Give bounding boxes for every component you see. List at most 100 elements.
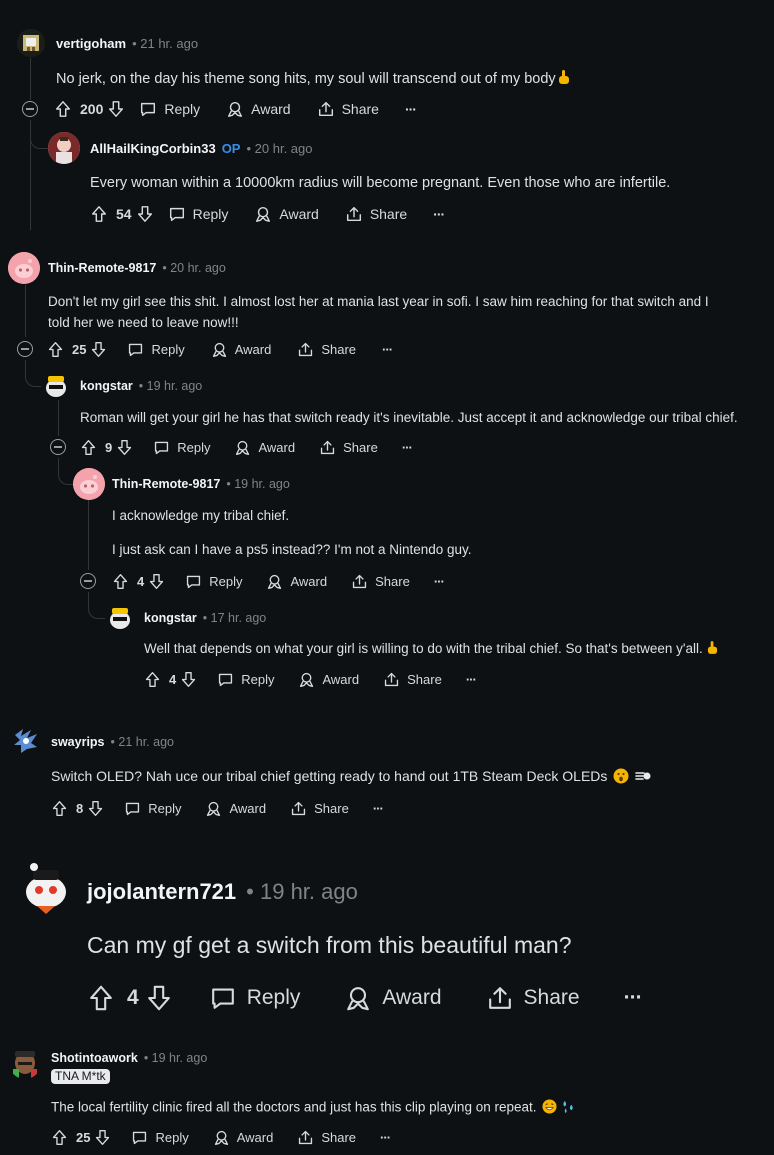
share-button[interactable]: Share xyxy=(383,671,442,688)
avatar[interactable] xyxy=(9,1047,41,1079)
upvote-icon[interactable] xyxy=(54,100,72,118)
comment-author[interactable]: Thin-Remote-9817 • 19 hr. ago xyxy=(112,477,290,491)
collapse-thread-button[interactable] xyxy=(50,439,66,455)
downvote-icon[interactable] xyxy=(136,205,154,223)
share-button[interactable]: Share xyxy=(297,1129,356,1146)
thread-line xyxy=(30,58,31,100)
more-options-button[interactable]: ··· xyxy=(434,574,445,589)
comment-timestamp: • 17 hr. ago xyxy=(202,611,267,625)
reply-icon xyxy=(153,439,170,456)
comment-actions: 54 Reply Award Share ··· xyxy=(90,204,445,224)
avatar[interactable] xyxy=(19,862,73,916)
downvote-icon[interactable] xyxy=(180,671,197,688)
upvote-icon[interactable] xyxy=(47,341,64,358)
downvote-icon[interactable] xyxy=(94,1129,111,1146)
upvote-icon[interactable] xyxy=(87,984,115,1012)
upvote-icon[interactable] xyxy=(51,800,68,817)
avatar[interactable] xyxy=(8,252,40,284)
more-options-button[interactable]: ··· xyxy=(373,801,384,816)
avatar[interactable] xyxy=(48,132,80,164)
award-button[interactable]: Award xyxy=(234,439,295,456)
avatar[interactable] xyxy=(105,602,135,632)
vote-count: 9 xyxy=(105,439,113,455)
downvote-icon[interactable] xyxy=(148,573,165,590)
avatar[interactable] xyxy=(73,468,105,500)
award-icon xyxy=(298,671,315,688)
thread-elbow xyxy=(30,120,49,149)
avatar[interactable] xyxy=(11,725,41,755)
reply-icon xyxy=(131,1129,148,1146)
comment-author[interactable]: jojolantern721 • 19 hr. ago xyxy=(87,879,358,905)
reply-button[interactable]: Reply xyxy=(131,1129,189,1146)
avatar[interactable] xyxy=(41,370,71,400)
avatar[interactable] xyxy=(17,29,45,57)
award-button[interactable]: Award xyxy=(254,205,319,223)
downvote-icon[interactable] xyxy=(87,800,104,817)
share-icon xyxy=(297,341,314,358)
comment-timestamp: • 21 hr. ago xyxy=(110,735,174,749)
reply-button[interactable]: Reply xyxy=(124,800,181,817)
comment-author[interactable]: Thin-Remote-9817 • 20 hr. ago xyxy=(48,261,226,275)
share-button[interactable]: Share xyxy=(486,984,580,1012)
award-button[interactable]: Award xyxy=(226,100,291,118)
share-icon xyxy=(290,800,307,817)
reply-button[interactable]: Reply xyxy=(153,439,210,456)
downvote-icon[interactable] xyxy=(145,984,173,1012)
share-button[interactable]: Share xyxy=(317,100,379,118)
upvote-icon[interactable] xyxy=(51,1129,68,1146)
reply-icon xyxy=(139,100,157,118)
comment-author[interactable]: AllHailKingCorbin33 OP • 20 hr. ago xyxy=(90,141,312,156)
downvote-icon[interactable] xyxy=(116,439,133,456)
reply-button[interactable]: Reply xyxy=(185,573,242,590)
downvote-icon[interactable] xyxy=(107,100,125,118)
collapse-thread-button[interactable] xyxy=(22,101,38,117)
reply-button[interactable]: Reply xyxy=(209,984,300,1012)
award-button[interactable]: Award xyxy=(213,1129,273,1146)
more-options-button[interactable]: ··· xyxy=(380,1130,391,1145)
collapse-thread-button[interactable] xyxy=(17,341,33,357)
comment-actions: 25 Reply Award Share ··· xyxy=(47,339,393,359)
upvote-icon[interactable] xyxy=(90,205,108,223)
collapse-thread-button[interactable] xyxy=(80,573,96,589)
comment-actions: 8 Reply Award Share ··· xyxy=(51,798,384,818)
comment-body: Roman will get your girl he has that swi… xyxy=(80,410,738,425)
comment-author[interactable]: swayrips • 21 hr. ago xyxy=(51,735,174,749)
comment-author[interactable]: Shotintoawork • 19 hr. ago xyxy=(51,1051,207,1065)
thread-line xyxy=(58,400,59,436)
more-options-button[interactable]: ··· xyxy=(466,672,477,687)
comment-author[interactable]: kongstar • 19 hr. ago xyxy=(80,379,202,393)
share-button[interactable]: Share xyxy=(297,341,356,358)
award-icon xyxy=(344,984,372,1012)
award-button[interactable]: Award xyxy=(298,671,359,688)
reply-button[interactable]: Reply xyxy=(168,205,228,223)
share-button[interactable]: Share xyxy=(351,573,410,590)
upvote-icon[interactable] xyxy=(112,573,129,590)
vote-count: 25 xyxy=(76,1129,91,1145)
share-button[interactable]: Share xyxy=(345,205,407,223)
downvote-icon[interactable] xyxy=(90,341,107,358)
reply-button[interactable]: Reply xyxy=(217,671,274,688)
comment-author[interactable]: kongstar • 17 hr. ago xyxy=(144,611,266,625)
more-options-button[interactable]: ··· xyxy=(382,342,393,357)
upvote-icon[interactable] xyxy=(144,671,161,688)
more-options-button[interactable]: ··· xyxy=(405,101,417,117)
award-button[interactable]: Award xyxy=(211,341,271,358)
grinning-sweat-emoji xyxy=(542,1099,557,1117)
reply-button[interactable]: Reply xyxy=(127,341,185,358)
comment-author[interactable]: vertigoham • 21 hr. ago xyxy=(56,36,198,51)
share-icon xyxy=(319,439,336,456)
share-button[interactable]: Share xyxy=(319,439,378,456)
reply-button[interactable]: Reply xyxy=(139,100,200,118)
more-options-button[interactable]: ··· xyxy=(402,440,413,455)
vote-count: 8 xyxy=(76,800,84,816)
award-icon xyxy=(254,205,272,223)
award-button[interactable]: Award xyxy=(205,800,266,817)
award-button[interactable]: Award xyxy=(266,573,327,590)
award-button[interactable]: Award xyxy=(344,984,442,1012)
more-options-button[interactable]: ··· xyxy=(433,206,445,222)
reply-icon xyxy=(185,573,202,590)
share-button[interactable]: Share xyxy=(290,800,349,817)
thread-elbow xyxy=(25,360,42,387)
upvote-icon[interactable] xyxy=(80,439,97,456)
more-options-button[interactable]: ··· xyxy=(624,986,643,1010)
